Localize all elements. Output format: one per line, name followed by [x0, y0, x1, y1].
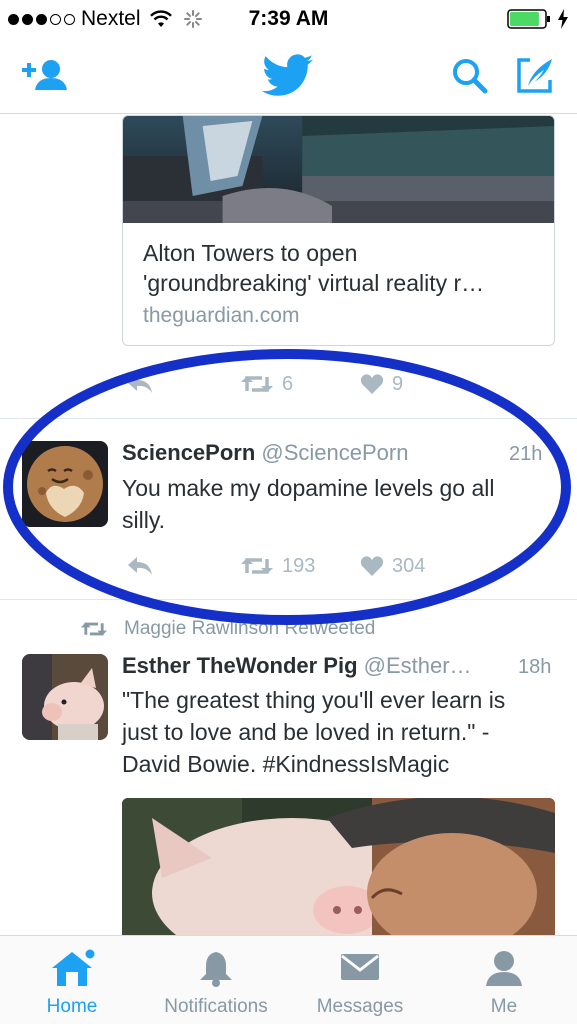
- tweet-text-line1: You make my dopamine levels go all: [122, 475, 495, 501]
- avatar-scienceporn[interactable]: [22, 441, 108, 527]
- envelope-icon: [341, 954, 379, 980]
- tab-me[interactable]: Me: [432, 936, 576, 1024]
- heart-icon: [360, 374, 384, 394]
- tweet-header: Esther TheWonder Pig @Esther…: [122, 653, 472, 679]
- tweet-text-line3: David Bowie. #KindnessIsMagic: [122, 751, 450, 777]
- link-card-title-line2: 'groundbreaking' virtual reality r…: [143, 270, 485, 296]
- tweet-text: "The greatest thing you'll ever learn is…: [122, 684, 567, 780]
- like-button[interactable]: 304: [360, 555, 425, 578]
- timeline-feed[interactable]: Alton Towers to open 'groundbreaking' vi…: [0, 115, 577, 935]
- retweeted-by-text: Maggie Rawlinson Retweeted: [124, 618, 376, 639]
- top-nav-bar: [0, 38, 577, 114]
- twitter-logo[interactable]: [262, 54, 314, 103]
- tweet-divider: [0, 418, 577, 419]
- tweet-actions: 193 304: [0, 550, 577, 582]
- bottom-tab-bar: Home Notifications Messages Me: [0, 935, 577, 1024]
- author-handle[interactable]: @Esther…: [364, 653, 472, 678]
- retweet-button[interactable]: 193: [240, 555, 315, 578]
- status-time: 7:39 AM: [248, 7, 329, 30]
- author-handle[interactable]: @SciencePorn: [261, 440, 408, 465]
- tab-messages-label: Messages: [316, 996, 404, 1017]
- like-count: 304: [392, 554, 426, 577]
- avatar-esther[interactable]: [22, 654, 108, 740]
- retweet-icon: [80, 622, 108, 636]
- tweet-divider: [0, 599, 577, 600]
- pluto-heart-avatar: [22, 441, 108, 527]
- reply-icon: [128, 375, 152, 393]
- retweet-icon: [241, 558, 273, 574]
- prev-tweet-actions: 6 9: [0, 368, 577, 400]
- tweet-text: You make my dopamine levels go all silly…: [122, 472, 562, 536]
- add-user-icon: [22, 60, 67, 90]
- like-count: 9: [392, 372, 404, 395]
- add-user-button[interactable]: [20, 56, 68, 101]
- tab-notifications[interactable]: Notifications: [144, 936, 288, 1024]
- retweet-count: 6: [282, 372, 294, 395]
- compose-icon: [517, 58, 552, 93]
- reply-icon: [128, 557, 152, 575]
- status-bar: Nextel 7:39 AM: [0, 0, 577, 38]
- author-name[interactable]: Esther TheWonder Pig: [122, 653, 358, 678]
- link-preview-card[interactable]: Alton Towers to open 'groundbreaking' vi…: [122, 115, 555, 346]
- twitter-bird-icon: [262, 54, 314, 96]
- tweet-photo[interactable]: [122, 798, 555, 935]
- like-button[interactable]: 9: [360, 373, 403, 396]
- link-card-title-line1: Alton Towers to open: [143, 240, 358, 266]
- tab-notifications-label: Notifications: [164, 996, 268, 1017]
- home-icon: [52, 948, 95, 986]
- search-icon: [453, 59, 488, 94]
- battery-icon: [507, 9, 550, 29]
- tweet-header: SciencePorn @SciencePorn: [122, 440, 408, 466]
- retweet-count: 193: [282, 554, 316, 577]
- person-icon: [486, 951, 522, 986]
- tab-messages[interactable]: Messages: [288, 936, 432, 1024]
- bell-icon: [200, 952, 232, 987]
- link-preview-image: [123, 116, 554, 223]
- retweeted-by[interactable]: Maggie Rawlinson Retweeted: [80, 618, 375, 640]
- tab-home-label: Home: [46, 996, 98, 1017]
- link-card-domain: theguardian.com: [143, 304, 300, 327]
- tab-home[interactable]: Home: [0, 936, 144, 1024]
- tweet-text-line1: "The greatest thing you'll ever learn is: [122, 687, 506, 713]
- compose-tweet-button[interactable]: [514, 56, 556, 101]
- tweet-text-line2: just to love and be loved in return." -: [122, 719, 490, 745]
- tweet-text-line2: silly.: [122, 507, 166, 533]
- tab-me-label: Me: [490, 996, 518, 1017]
- search-button[interactable]: [450, 56, 490, 101]
- status-right: [507, 9, 569, 29]
- pig-kiss-photo: [122, 798, 555, 935]
- author-name[interactable]: SciencePorn: [122, 440, 255, 465]
- pig-avatar: [22, 654, 108, 740]
- tweet-time: 21h: [509, 443, 543, 465]
- retweet-button[interactable]: 6: [240, 373, 293, 396]
- charging-bolt-icon: [558, 9, 568, 29]
- tweet-time: 18h: [518, 656, 552, 678]
- reply-button[interactable]: [126, 555, 154, 577]
- reply-button[interactable]: [126, 373, 154, 395]
- retweet-icon: [241, 376, 273, 392]
- heart-icon: [360, 556, 384, 576]
